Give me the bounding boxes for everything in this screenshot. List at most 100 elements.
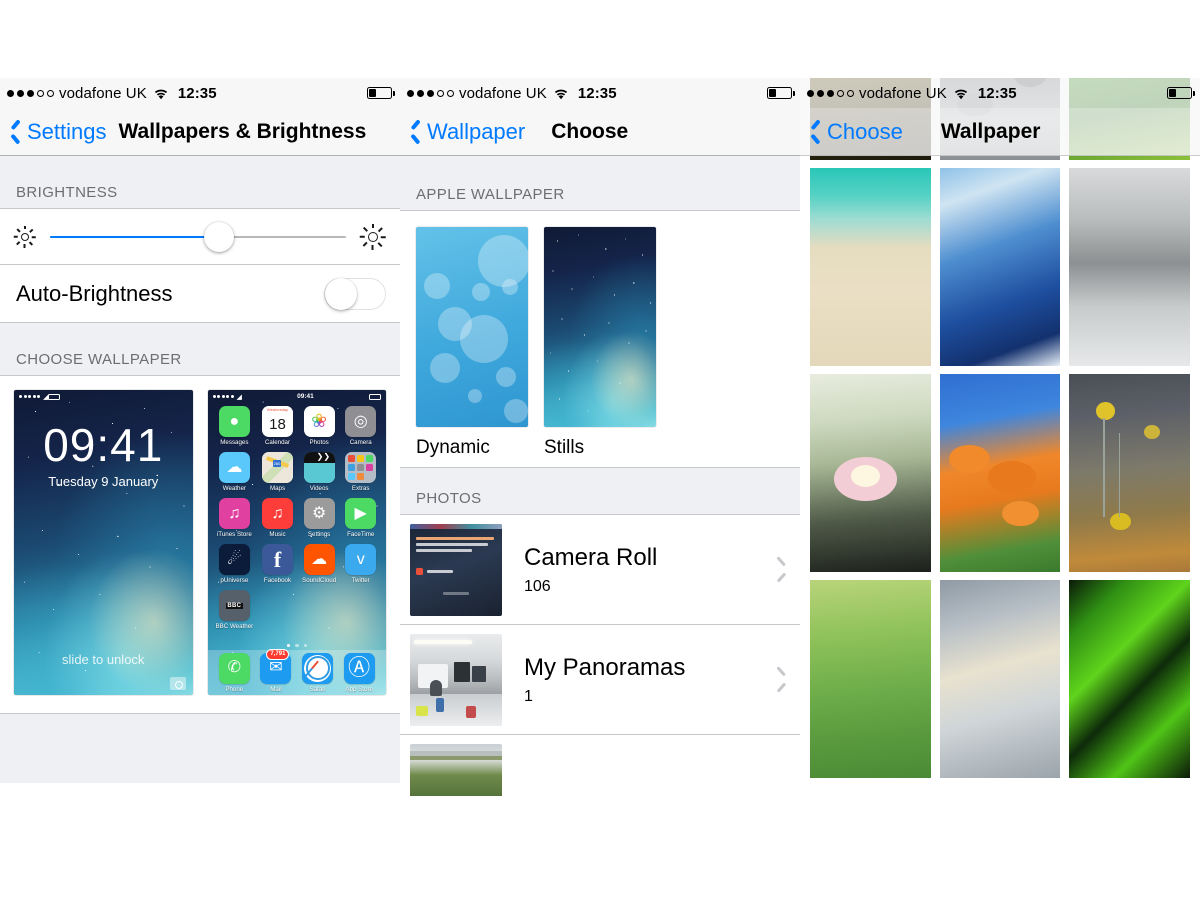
lock-screen-time: 09:41 <box>43 419 164 471</box>
auto-brightness-row[interactable]: Auto-Brightness <box>0 265 400 323</box>
dock-icon-phone[interactable]: ✆ Phone <box>218 652 250 693</box>
app-icon-label: pUniverse <box>220 577 249 584</box>
lock-screen-preview[interactable]: ◢ 09:41 Tuesday 9 January slide to unloc… <box>14 390 193 695</box>
wallpaper-reeds-sunrise[interactable] <box>939 580 1061 778</box>
wallpaper-grayscale-wave[interactable] <box>1069 168 1190 366</box>
navigation-bar: Wallpaper Choose <box>400 108 800 156</box>
status-bar-right <box>1167 87 1195 99</box>
page-title: Choose <box>551 119 629 143</box>
battery-icon <box>1167 87 1195 99</box>
chevron-left-icon <box>808 121 821 143</box>
app-icon-itunes-store[interactable]: ♫ iTunes Store <box>216 498 254 538</box>
chevron-right-icon <box>773 560 784 579</box>
wallpaper-dewy-grass[interactable] <box>810 580 931 778</box>
wifi-icon <box>953 87 969 100</box>
phone-icon: ✆ <box>218 652 250 684</box>
app-icon-messages[interactable]: ● Messages <box>216 406 254 446</box>
office-desks-photo-thumbnail <box>410 633 502 726</box>
album-row-my-panoramas[interactable]: My Panoramas 1 <box>400 625 800 735</box>
wallpaper-preview-row: ◢ 09:41 Tuesday 9 January slide to unloc… <box>0 376 400 713</box>
album-title: My Panoramas <box>524 653 686 681</box>
brightness-slider[interactable] <box>50 221 346 252</box>
app-icon-facetime[interactable]: ▶ FaceTime <box>343 498 378 538</box>
app-icon-settings[interactable]: ⚙ Settings <box>302 498 337 538</box>
app-icon-grid: ● Messages Wednesday 18 Calendar ❀ Photos ◎ Came… <box>208 406 387 630</box>
brightness-slider-row[interactable] <box>0 209 400 265</box>
home-screen-preview[interactable]: ◢ 09:41 ● Messages Wednesday 18 Calendar ❀ Pho… <box>207 390 387 695</box>
screenshot-stage: vodafone UK 12:35 Settings Wallpapers & … <box>0 0 1200 900</box>
dock-icon-label: App Store <box>345 685 373 693</box>
signal-strength-icon <box>7 89 54 97</box>
wallpaper-blue-wave[interactable] <box>939 168 1061 366</box>
chevron-left-icon <box>408 121 421 143</box>
signal-strength-icon <box>407 89 454 97</box>
wallpaper-orange-poppies[interactable] <box>939 374 1061 572</box>
album-row-partial[interactable] <box>400 735 800 796</box>
app-icon-maps[interactable]: 280 Maps <box>260 452 295 492</box>
app-icon-twitter[interactable]: ᴠ Twitter <box>343 544 378 584</box>
itunes-store-icon: ♫ <box>218 498 250 529</box>
app-icon-calendar[interactable]: Wednesday 18 Calendar <box>260 406 295 446</box>
app-icon-label: iTunes Store <box>216 531 252 538</box>
preview-status-bar: ◢ <box>14 390 193 403</box>
app-icon-photos[interactable]: ❀ Photos <box>302 406 337 446</box>
wallpaper-yellow-craspedia[interactable] <box>1069 374 1190 572</box>
dock-icon-app-store[interactable]: Ⓐ App Store <box>343 652 375 693</box>
clock-label: 09:41 <box>297 393 314 400</box>
app-icon-soundcloud[interactable]: ☁ SoundCloud <box>302 544 337 584</box>
wallpaper-option-dynamic[interactable]: Dynamic <box>416 227 528 459</box>
page-title: Wallpaper <box>940 119 1041 143</box>
app-icon-label: Twitter <box>351 577 370 584</box>
auto-brightness-toggle[interactable] <box>324 277 386 310</box>
wallpaper-grid <box>800 78 1200 778</box>
dock-icon-label: Phone <box>225 685 244 693</box>
app-icon-bbc-weather[interactable]: BBC BBC Weather <box>215 590 254 630</box>
soundcloud-icon: ☁ <box>303 544 335 575</box>
wallpaper-option-stills[interactable]: Stills <box>544 227 656 459</box>
app-icon-music[interactable]: ♫ Music <box>260 498 295 538</box>
status-bar: vodafone UK 12:35 <box>800 78 1200 108</box>
safari-compass-icon <box>302 652 334 684</box>
signal-strength-icon <box>19 395 40 398</box>
grid-scroll-area[interactable] <box>800 78 1200 796</box>
navigation-bar: Choose Wallpaper <box>800 108 1200 156</box>
battery-icon <box>48 393 61 400</box>
app-icon-extras[interactable]: Extras <box>343 452 378 492</box>
battery-icon <box>767 87 795 99</box>
app-icon-puniverse[interactable]: ☄ pUniverse <box>216 544 254 584</box>
ios7-nebula-thumbnail <box>544 227 656 427</box>
videos-icon: ❯❯ <box>303 452 335 483</box>
page-title: Wallpapers & Brightness <box>118 119 367 143</box>
app-icon-label: FaceTime <box>347 531 375 538</box>
back-button-label: Choose <box>827 118 903 144</box>
camera-icon[interactable] <box>169 677 186 690</box>
app-icon-label: BBC Weather <box>215 623 254 630</box>
wallpaper-green-blades[interactable] <box>1069 580 1190 778</box>
wallpaper-turquoise-beach[interactable] <box>810 168 931 366</box>
list-footer-space <box>0 713 400 783</box>
app-icon-camera[interactable]: ◎ Camera <box>343 406 378 446</box>
brightness-slider-knob[interactable] <box>203 221 234 252</box>
app-icon-label: Music <box>269 531 286 538</box>
lock-screen-date: Tuesday 9 January <box>48 474 159 489</box>
album-row-camera-roll[interactable]: Camera Roll 106 <box>400 515 800 625</box>
wallpaper-option-label: Dynamic <box>416 437 490 458</box>
status-bar-right <box>767 87 795 99</box>
twitter-icon: ᴠ <box>345 544 377 575</box>
back-button-wallpaper[interactable]: Wallpaper <box>400 119 525 145</box>
panorama-photo-thumbnail-partial <box>410 743 502 796</box>
extras-folder-icon <box>345 452 377 483</box>
dock-icon-safari[interactable]: Safari <box>302 652 334 693</box>
dock-icon-mail[interactable]: ✉ 7,791 Mail <box>260 648 292 693</box>
wallpaper-pink-water-lily[interactable] <box>810 374 931 572</box>
panel-wallpapers-brightness: vodafone UK 12:35 Settings Wallpapers & … <box>0 78 400 796</box>
back-button-settings[interactable]: Settings <box>0 119 107 145</box>
wifi-icon: ◢ <box>236 393 242 401</box>
app-icon-label: Camera <box>349 439 372 446</box>
app-icon-facebook[interactable]: f Facebook <box>260 544 295 584</box>
back-button-choose[interactable]: Choose <box>800 119 903 145</box>
app-icon-weather[interactable]: ☁ Weather <box>216 452 254 492</box>
app-icon-videos[interactable]: ❯❯ Videos <box>302 452 337 492</box>
wifi-icon <box>553 87 569 100</box>
status-bar: vodafone UK 12:35 <box>0 78 400 108</box>
